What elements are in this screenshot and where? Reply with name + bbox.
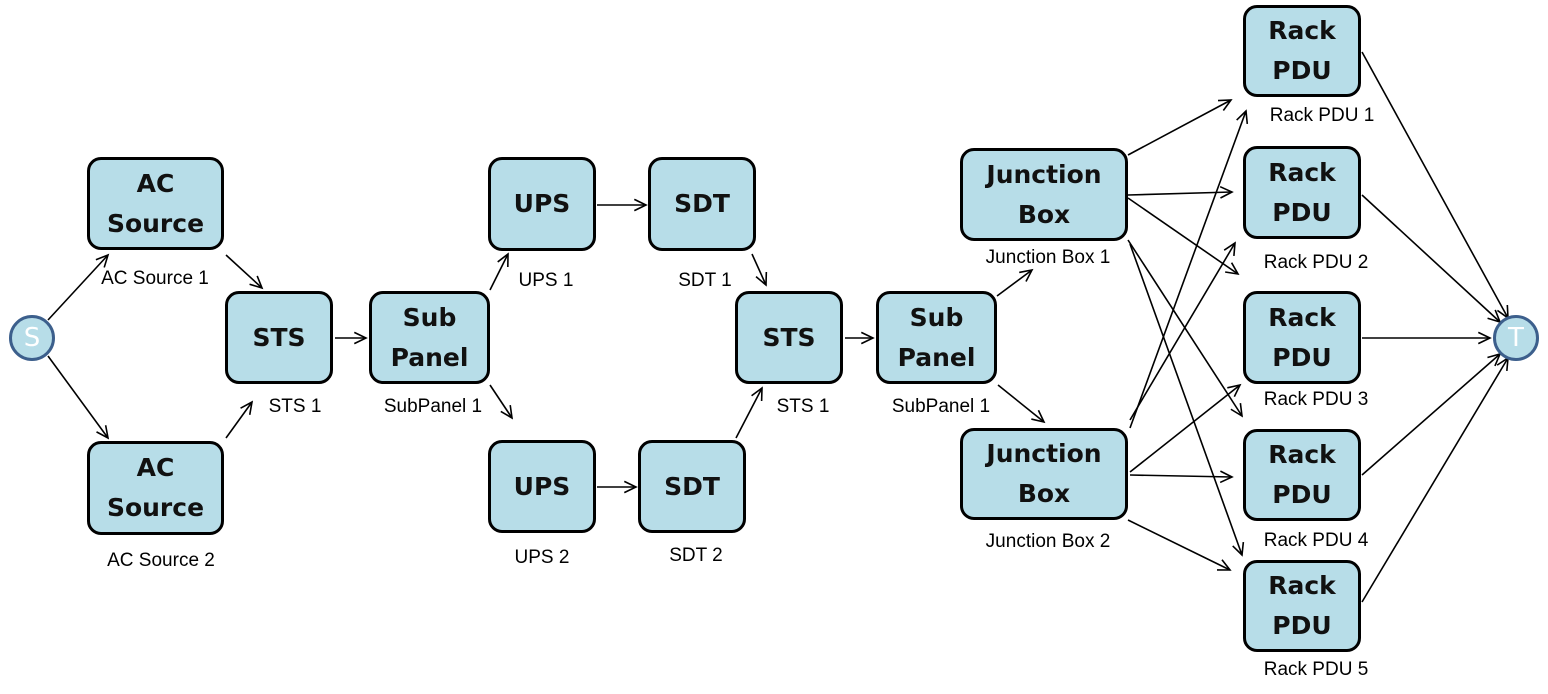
arrowhead	[1496, 356, 1509, 372]
node-sub2: Sub Panel	[876, 291, 997, 384]
node-label-sts1: STS 1	[268, 396, 322, 417]
edge-ups1-sdt1	[597, 198, 648, 212]
node-label-jb1: Junction Box 1	[985, 247, 1111, 268]
node-sdt2: SDT	[638, 440, 746, 533]
node-label-sub2: SubPanel 1	[891, 396, 991, 417]
edge-pdu1-T	[1361, 51, 1509, 320]
edge-ac1-sts1	[225, 254, 264, 290]
node-ac1: AC Source	[87, 157, 224, 250]
node-label-jb2: Junction Box 2	[985, 531, 1111, 552]
edge-pdu3-T	[1362, 331, 1492, 345]
edge-sts1-sub1	[335, 331, 368, 345]
node-sdt1: SDT	[648, 157, 756, 251]
node-label-sub1: SubPanel 1	[383, 396, 483, 417]
sink-node: T	[1493, 315, 1539, 361]
node-pdu1: Rack PDU	[1243, 5, 1361, 97]
node-label-sts2: STS 1	[776, 396, 830, 417]
edge-S-ac2	[47, 355, 110, 440]
node-label-ups2: UPS 2	[514, 547, 570, 568]
node-label-ac2: AC Source 2	[107, 550, 215, 571]
node-jb1: Junction Box	[960, 148, 1128, 241]
node-label-ac1: AC Source 1	[101, 268, 209, 289]
node-sub1: Sub Panel	[369, 291, 490, 384]
power-topology-diagram: S T AC Source AC Source 1 AC Source AC Sour…	[0, 0, 1548, 694]
edge-jb2-pdu4	[1129, 470, 1234, 484]
node-pdu2: Rack PDU	[1243, 146, 1361, 239]
edge-sub2-jb1	[996, 268, 1034, 297]
edge-jb1-pdu3	[1127, 197, 1240, 276]
edge-pdu5-T	[1361, 356, 1509, 603]
edge-pdu2-T	[1361, 194, 1502, 324]
edge-jb1-pdu1	[1127, 99, 1233, 156]
edge-sub1-ups2	[489, 384, 514, 420]
arrowhead	[1230, 403, 1243, 418]
edge-sub1-ups1	[489, 252, 509, 291]
node-pdu5: Rack PDU	[1243, 560, 1361, 652]
node-label-pdu4: Rack PDU 4	[1263, 530, 1369, 551]
edge-jb1-pdu5	[1129, 243, 1245, 557]
edge-jb2-pdu5	[1127, 519, 1232, 571]
node-label-pdu1: Rack PDU 1	[1269, 105, 1375, 126]
node-ups1: UPS	[488, 157, 596, 251]
node-jb2: Junction Box	[960, 428, 1128, 520]
node-pdu4: Rack PDU	[1243, 429, 1361, 521]
node-label-pdu2: Rack PDU 2	[1263, 252, 1369, 273]
edge-sdt2-sts2	[735, 386, 763, 439]
node-sts1: STS	[225, 291, 333, 384]
edge-sdt1-sts2	[751, 253, 768, 287]
node-label-sdt1: SDT 1	[678, 270, 732, 291]
edge-ac2-sts1	[225, 400, 254, 439]
node-label-pdu3: Rack PDU 3	[1263, 389, 1369, 410]
arrowhead	[1223, 241, 1236, 257]
edge-S-ac1	[47, 253, 110, 321]
edge-pdu4-T	[1361, 352, 1502, 476]
node-label-pdu5: Rack PDU 5	[1263, 659, 1369, 680]
node-label-sdt2: SDT 2	[669, 545, 723, 566]
node-sts2: STS	[735, 291, 843, 384]
edge-jb2-pdu2	[1129, 241, 1236, 421]
node-pdu3: Rack PDU	[1243, 291, 1361, 384]
node-ups2: UPS	[488, 440, 596, 533]
source-node: S	[9, 315, 55, 361]
edge-sub2-jb2	[997, 384, 1046, 424]
node-label-ups1: UPS 1	[518, 270, 574, 291]
edge-sts2-sub2	[845, 331, 875, 345]
edge-ups2-sdt2	[597, 480, 638, 494]
node-ac2: AC Source	[87, 441, 224, 535]
